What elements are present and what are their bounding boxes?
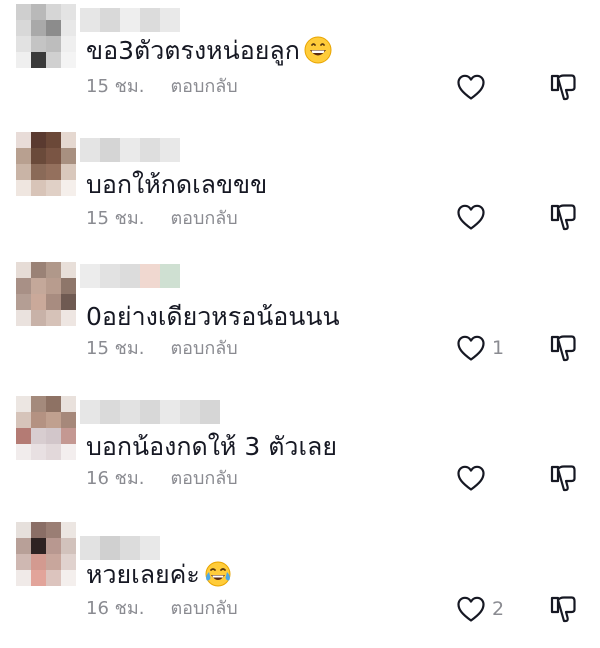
thumbs-down-icon [550, 465, 576, 492]
thumbs-down-icon [550, 74, 576, 101]
comment-meta: 15 ชม. ตอบกลับ [86, 208, 238, 230]
reply-button[interactable]: ตอบกลับ [170, 468, 237, 489]
timestamp: 16 ชม. [86, 468, 145, 489]
like-button[interactable]: 2 [456, 594, 504, 624]
heart-icon [457, 204, 485, 230]
thumbs-down-icon [550, 596, 576, 623]
like-button[interactable] [456, 202, 492, 232]
thumbs-down-icon [550, 335, 576, 362]
username-pixelated[interactable] [80, 8, 180, 32]
comment-meta: 16 ชม. ตอบกลับ [86, 598, 238, 620]
tears-of-joy-emoji [205, 561, 231, 587]
comment-text: บอกน้องกดให้ 3 ตัวเลย [86, 430, 337, 464]
dislike-button[interactable] [548, 202, 578, 232]
comment-text: 0อย่างเดียวหรอน้อนนน [86, 300, 340, 334]
username-pixelated[interactable] [80, 264, 180, 288]
avatar[interactable] [16, 262, 76, 326]
reply-button[interactable]: ตอบกลับ [170, 338, 237, 359]
heart-icon [457, 335, 485, 361]
timestamp: 15 ชม. [86, 76, 145, 97]
username-pixelated[interactable] [80, 400, 220, 424]
comment-text-content: ขอ3ตัวตรงหน่อยลูก [86, 36, 300, 65]
avatar[interactable] [16, 4, 76, 68]
like-button[interactable] [456, 72, 492, 102]
comment-text-content: 0อย่างเดียวหรอน้อนนน [86, 302, 340, 331]
heart-icon [457, 465, 485, 491]
comment-item: บอกน้องกดให้ 3 ตัวเลย 16 ชม. ตอบกลับ [0, 390, 600, 520]
username-pixelated[interactable] [80, 536, 160, 560]
comment-text-content: บอกน้องกดให้ 3 ตัวเลย [86, 432, 337, 461]
timestamp: 15 ชม. [86, 338, 145, 359]
timestamp: 16 ชม. [86, 598, 145, 619]
comment-meta: 15 ชม. ตอบกลับ [86, 338, 238, 360]
avatar[interactable] [16, 132, 76, 196]
avatar[interactable] [16, 396, 76, 460]
avatar[interactable] [16, 522, 76, 586]
thumbs-down-icon [550, 204, 576, 231]
comment-text: หวยเลยค่ะ [86, 558, 232, 592]
dislike-button[interactable] [548, 463, 578, 493]
comment-text: ขอ3ตัวตรงหน่อยลูก [86, 34, 332, 68]
like-count: 2 [492, 598, 505, 620]
dislike-button[interactable] [548, 72, 578, 102]
comment-meta: 16 ชม. ตอบกลับ [86, 468, 238, 490]
comment-item: 0อย่างเดียวหรอน้อนนน 15 ชม. ตอบกลับ 1 [0, 260, 600, 390]
comment-text: บอกให้กดเลขขข [86, 168, 267, 202]
comment-meta: 15 ชม. ตอบกลับ [86, 76, 238, 98]
heart-icon [457, 596, 485, 622]
comment-text-content: บอกให้กดเลขขข [86, 170, 268, 199]
timestamp: 15 ชม. [86, 208, 145, 229]
username-pixelated[interactable] [80, 138, 180, 162]
dislike-button[interactable] [548, 594, 578, 624]
comment-item: หวยเลยค่ะ 16 ชม. ตอบกลับ 2 [0, 518, 600, 648]
comment-text-content: หวยเลยค่ะ [86, 560, 200, 589]
reply-button[interactable]: ตอบกลับ [170, 76, 237, 97]
reply-button[interactable]: ตอบกลับ [170, 598, 237, 619]
like-button[interactable]: 1 [456, 333, 504, 363]
comment-item: บอกให้กดเลขขข 15 ชม. ตอบกลับ [0, 130, 600, 260]
like-count: 1 [492, 337, 505, 359]
heart-icon [457, 74, 485, 100]
like-button[interactable] [456, 463, 492, 493]
reply-button[interactable]: ตอบกลับ [170, 208, 237, 229]
grinning-face-emoji [304, 36, 332, 64]
comment-item: ขอ3ตัวตรงหน่อยลูก 15 ชม. ตอบกลับ [0, 0, 600, 130]
dislike-button[interactable] [548, 333, 578, 363]
